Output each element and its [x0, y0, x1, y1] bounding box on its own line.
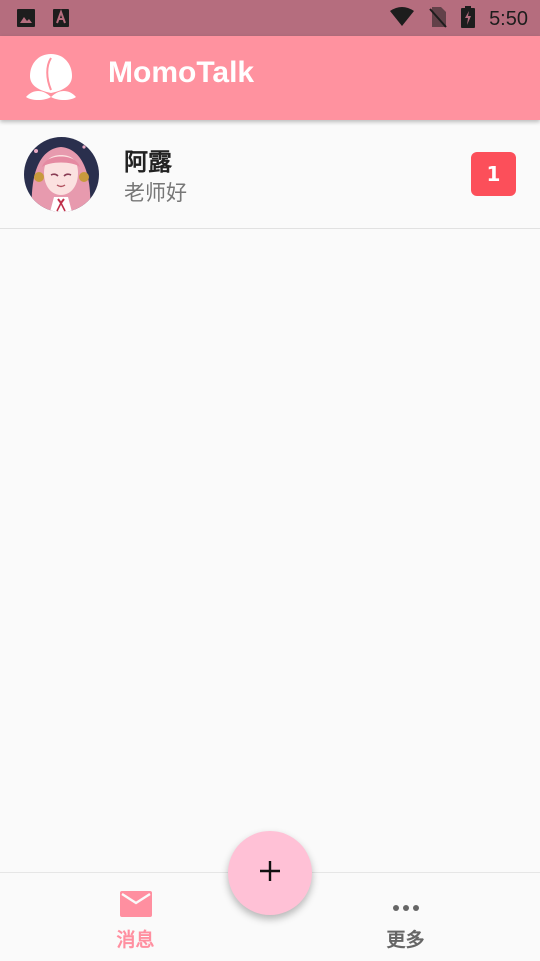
plus-icon	[258, 859, 282, 887]
nav-messages-label: 消息	[116, 929, 155, 951]
image-icon	[16, 8, 36, 32]
no-sim-icon	[429, 6, 447, 32]
status-bar: 5:50	[0, 0, 540, 36]
peach-icon	[24, 50, 78, 106]
font-download-icon	[52, 8, 70, 32]
app-title: MomoTalk	[108, 56, 255, 89]
unread-count-badge: 1	[471, 152, 516, 196]
status-time: 5:50	[489, 7, 528, 30]
wifi-icon	[389, 7, 415, 31]
chat-message-preview: 老师好	[124, 181, 187, 205]
chat-contact-name: 阿露	[124, 148, 172, 176]
nav-messages[interactable]: 消息	[68, 873, 203, 961]
mail-icon	[119, 891, 152, 921]
more-horizontal-icon	[392, 897, 420, 916]
battery-charging-icon	[461, 6, 476, 32]
avatar	[24, 137, 99, 212]
nav-more-label: 更多	[386, 929, 425, 951]
chat-list-item[interactable]: 阿露 老师好 1	[0, 120, 540, 229]
app-bar: MomoTalk	[0, 36, 540, 120]
new-chat-fab[interactable]	[228, 831, 312, 915]
nav-more[interactable]: 更多	[338, 873, 473, 961]
